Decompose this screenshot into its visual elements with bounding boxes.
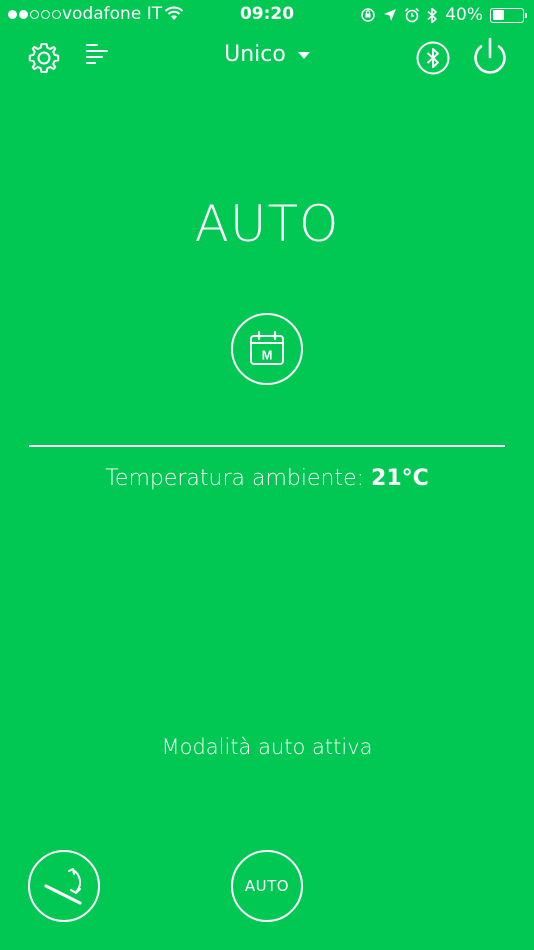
- lever-rotate-icon: [44, 868, 82, 905]
- mode-title: AUTO: [194, 195, 340, 253]
- menu-button[interactable]: [82, 39, 112, 71]
- gear-icon: [28, 43, 60, 73]
- chevron-down-icon: [297, 52, 310, 59]
- calendar-letter: M: [262, 348, 273, 363]
- bluetooth-icon: [416, 41, 450, 75]
- manual-control-button[interactable]: [28, 850, 100, 922]
- status-bar: vodafone IT 09:20 40%: [0, 0, 534, 30]
- power-icon: [474, 37, 506, 74]
- schedule-button[interactable]: M: [231, 313, 303, 385]
- battery-icon: [490, 7, 527, 23]
- auto-button-label: AUTO: [244, 877, 290, 895]
- menu-icon: [86, 44, 108, 64]
- settings-button[interactable]: [25, 39, 63, 77]
- calendar-m-icon: M: [250, 331, 284, 365]
- temperature-label: Temperatura ambiente:: [105, 466, 365, 491]
- auto-mode-button[interactable]: AUTO: [231, 850, 303, 922]
- bluetooth-status-icon: [427, 7, 438, 23]
- alarm-icon: [405, 7, 420, 23]
- temperature-row: Temperatura ambiente: 21°C: [0, 466, 534, 491]
- battery-fill: [492, 10, 504, 20]
- mode-status-text: Modalità auto attiva: [161, 735, 373, 759]
- zone-label: Unico: [224, 42, 286, 67]
- battery-percent: 40%: [445, 5, 483, 25]
- temperature-value: 21°C: [371, 466, 429, 491]
- screen-rotation-lock-icon: [361, 8, 375, 22]
- zone-selector[interactable]: Unico: [167, 42, 367, 67]
- power-button[interactable]: [468, 34, 512, 80]
- divider: [29, 445, 505, 447]
- bluetooth-button[interactable]: [414, 39, 452, 77]
- location-arrow-icon: [384, 9, 397, 21]
